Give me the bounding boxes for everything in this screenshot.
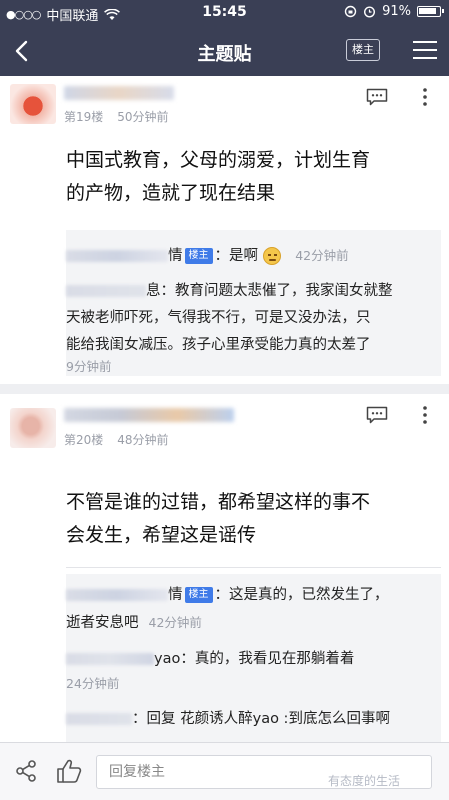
reply-text-line: ：教育问题太悲催了，我家闺女就整 (160, 283, 393, 299)
post-floor-19: 第19楼 50分钟前 中国式教育，父母的溺爱，计划生育 的产物，造就了现在结果 … (0, 76, 449, 381)
op-badge: 楼主 (184, 248, 213, 264)
reply-time: 9分钟前 (66, 359, 112, 374)
post-content: 中国式教育，父母的溺爱，计划生育 的产物，造就了现在结果 (66, 144, 426, 210)
username-blurred[interactable] (64, 86, 174, 100)
more-options-icon[interactable] (420, 87, 430, 107)
thumbs-up-icon[interactable] (54, 756, 84, 786)
post-content-line: 的产物，造就了现在结果 (66, 182, 276, 204)
share-icon[interactable] (14, 759, 38, 783)
reply-item[interactable]: 情楼主 ：是啊 42分钟前 (66, 242, 441, 270)
post-floor-20: 第20楼 48分钟前 不管是谁的过错，都希望这样的事不 会发生，希望这是谣传 情… (0, 394, 449, 742)
bottom-reply-bar: 回复楼主 (0, 742, 449, 800)
reply-text: ：真的，我看见在那躺着着 (180, 651, 355, 667)
reply-username-suffix: 情 (168, 248, 183, 264)
page-title: 主题贴 (197, 44, 252, 65)
reply-time: 24分钟前 (66, 676, 120, 691)
rotation-lock-icon (344, 5, 357, 18)
reply-time: 42分钟前 (148, 615, 202, 630)
reply-username-blurred (66, 653, 154, 665)
avatar[interactable] (10, 84, 56, 124)
comment-icon[interactable] (366, 88, 388, 106)
content-divider (66, 567, 441, 568)
avatar[interactable] (10, 408, 56, 448)
floor-number: 第20楼 (64, 433, 104, 447)
post-content-line: 会发生，希望这是谣传 (66, 524, 257, 546)
reply-text-line: 逝者安息吧 (66, 615, 139, 631)
watermark: 有态度的生活 (328, 774, 401, 788)
reply-list: 情楼主 ：是啊 42分钟前 息：教育问题太悲催了，我家闺女就整 天被老师吓死，气得… (66, 230, 441, 376)
reply-username-blurred (66, 250, 168, 262)
status-bar: ●○○○ 中国联通 15:45 91% (0, 0, 449, 26)
floor-number: 第19楼 (64, 110, 104, 124)
post-time: 50分钟前 (117, 110, 169, 124)
only-op-toggle-button[interactable]: 楼主 (346, 39, 380, 61)
reply-text-line: 天被老师吓死，气得我不行，可是又没办法，只 (66, 310, 371, 326)
reply-text: ：回复 花颜诱人醉yao :到底怎么回事啊 (132, 711, 390, 727)
post-time: 48分钟前 (117, 433, 169, 447)
post-content-line: 不管是谁的过错，都希望这样的事不 (66, 491, 371, 513)
hamburger-icon[interactable] (412, 38, 438, 62)
reply-text-line: ：这是真的，已然发生了， (214, 587, 389, 603)
reply-username-suffix: 情 (168, 587, 183, 603)
reply-text: ：是啊 (214, 248, 259, 264)
reply-list: 情楼主 ：这是真的，已然发生了， 逝者安息吧 42分钟前 yao：真的，我看见在那躺… (66, 574, 441, 742)
alarm-icon (364, 6, 376, 18)
reply-item[interactable]: 息：教育问题太悲催了，我家闺女就整 天被老师吓死，气得我不行，可是又没办法，只 … (66, 278, 441, 375)
reply-username-suffix: yao (154, 651, 181, 667)
reply-username-blurred (66, 713, 132, 725)
reply-text-line: 能给我闺女减压。孩子心里承受能力真的太差了 (66, 337, 371, 353)
comment-icon[interactable] (366, 406, 388, 424)
post-meta: 第20楼 48分钟前 (64, 431, 169, 448)
reply-username-suffix: 息 (146, 283, 161, 299)
reply-username-blurred (66, 285, 146, 297)
post-content-line: 中国式教育，父母的溺爱，计划生育 (66, 149, 371, 171)
nav-bar: 主题贴 楼主 (0, 26, 449, 76)
post-content: 不管是谁的过错，都希望这样的事不 会发生，希望这是谣传 (66, 486, 426, 552)
battery-percent: 91% (382, 4, 411, 19)
app-header: ●○○○ 中国联通 15:45 91% 主题贴 楼主 (0, 0, 449, 76)
post-separator (0, 384, 449, 394)
more-options-icon[interactable] (420, 405, 430, 425)
battery-icon (417, 6, 444, 17)
op-badge: 楼主 (184, 587, 213, 603)
back-button[interactable] (8, 36, 38, 66)
reply-item[interactable]: 情楼主 ：这是真的，已然发生了， 逝者安息吧 42分钟前 (66, 582, 441, 637)
post-meta: 第19楼 50分钟前 (64, 108, 169, 125)
reply-item[interactable]: ：回复 花颜诱人醉yao :到底怎么回事啊 (66, 706, 441, 733)
reply-time: 42分钟前 (295, 248, 349, 263)
reply-item[interactable]: yao：真的，我看见在那躺着着 24分钟前 (66, 646, 441, 695)
annoyed-emoji-icon (262, 247, 281, 265)
username-blurred[interactable] (64, 408, 234, 422)
reply-username-blurred (66, 589, 168, 601)
